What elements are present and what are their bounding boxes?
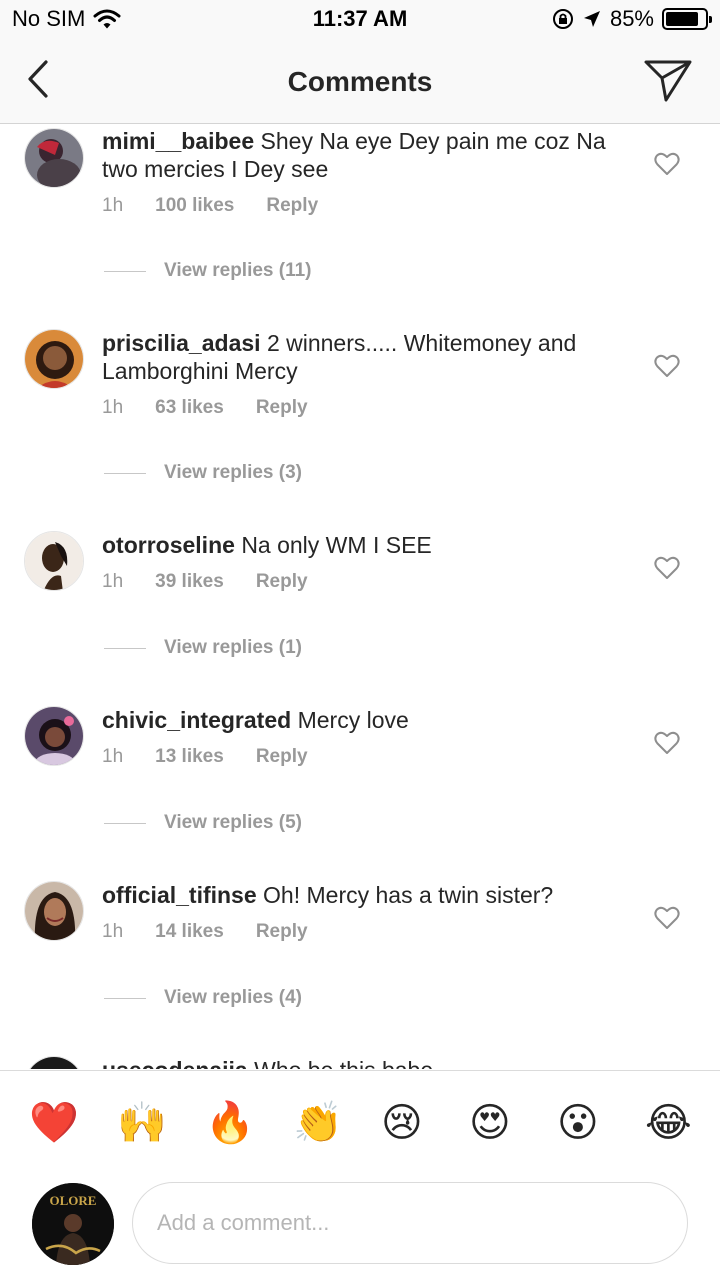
nav-bar: Comments <box>0 40 720 124</box>
battery-fill <box>666 12 699 26</box>
comment-text: priscilia_adasi 2 winners..... Whitemone… <box>102 329 622 385</box>
comment-likes[interactable]: 63 likes <box>155 397 224 419</box>
comment-body: chivic_integrated Mercy love 1h 13 likes… <box>102 706 622 768</box>
comment-message: Oh! Mercy has a twin sister? <box>263 882 554 908</box>
comment-username[interactable]: priscilia_adasi <box>102 330 261 356</box>
comment-time: 1h <box>102 921 124 942</box>
reply-button[interactable]: Reply <box>266 195 318 217</box>
comment-message: Na only WM I SEE <box>241 532 432 558</box>
avatar-image <box>25 330 83 388</box>
comment-likes[interactable]: 13 likes <box>155 746 224 768</box>
comment-time: 1h <box>102 397 124 418</box>
send-icon[interactable] <box>642 54 694 106</box>
heart-eyes-emoji[interactable]: 😍 <box>469 1099 511 1147</box>
view-replies-label: View replies (3) <box>164 462 302 483</box>
comment-body: official_tifinse Oh! Mercy has a twin si… <box>102 881 622 943</box>
avatar[interactable] <box>24 881 84 941</box>
comment-username[interactable]: usecodenaija <box>102 1057 248 1069</box>
avatar[interactable] <box>24 531 84 591</box>
view-replies-label: View replies (5) <box>164 812 302 833</box>
battery-percent: 85% <box>609 6 654 31</box>
comment-message: Mercy love <box>297 707 409 733</box>
red-heart-emoji[interactable]: ❤️ <box>29 1099 79 1147</box>
avatar-image <box>25 882 83 940</box>
view-replies-line <box>104 270 146 272</box>
view-replies-line <box>104 822 146 824</box>
comment-meta: 1h 63 likes Reply <box>102 397 622 419</box>
comment-time: 1h <box>102 571 124 592</box>
comment-message: Who be this babe <box>254 1057 433 1069</box>
view-replies-line <box>104 997 146 999</box>
comment-likes[interactable]: 14 likes <box>155 921 224 943</box>
comment-username[interactable]: otorroseline <box>102 532 235 558</box>
comment-body: mimi__baibee Shey Na eye Dey pain me coz… <box>102 127 622 217</box>
comment-likes[interactable]: 39 likes <box>155 571 224 593</box>
add-comment-input[interactable] <box>132 1182 688 1264</box>
view-replies-button[interactable]: View replies (1) <box>104 637 302 659</box>
quick-reaction-bar: ❤️ 🙌 🔥 👏 😢 😍 😮 😂 <box>0 1070 720 1170</box>
avatar[interactable] <box>24 329 84 389</box>
avatar-image <box>25 1057 83 1069</box>
avatar-logo-text: OLORE <box>50 1193 97 1208</box>
reply-button[interactable]: Reply <box>256 921 308 943</box>
comment-body: usecodenaija Who be this babe <box>102 1056 622 1069</box>
view-replies-button[interactable]: View replies (3) <box>104 462 302 484</box>
comment-username[interactable]: mimi__baibee <box>102 128 254 154</box>
comment-meta: 1h 14 likes Reply <box>102 921 622 943</box>
comment-time: 1h <box>102 195 124 216</box>
comment-list[interactable]: mimi__baibee Shey Na eye Dey pain me coz… <box>0 125 720 1069</box>
view-replies-button[interactable]: View replies (5) <box>104 812 302 834</box>
view-replies-line <box>104 647 146 649</box>
comment-meta: 1h 39 likes Reply <box>102 571 622 593</box>
avatar-image: OLORE <box>32 1183 114 1265</box>
rotation-lock-icon <box>552 9 573 29</box>
avatar[interactable] <box>24 128 84 188</box>
comment-meta: 1h 13 likes Reply <box>102 746 622 768</box>
clapping-hands-emoji[interactable]: 👏 <box>293 1099 343 1147</box>
location-arrow-icon <box>583 11 600 27</box>
like-heart-icon[interactable] <box>654 556 680 580</box>
comment-time: 1h <box>102 746 124 767</box>
status-right: 85% <box>552 6 712 32</box>
page-title: Comments <box>287 66 433 97</box>
status-bar: No SIM 11:37 AM 85% <box>0 0 720 40</box>
comment-composer: OLORE <box>0 1170 720 1280</box>
view-replies-button[interactable]: View replies (11) <box>104 260 312 282</box>
like-heart-icon[interactable] <box>654 354 680 378</box>
comment-username[interactable]: official_tifinse <box>102 882 257 908</box>
view-replies-label: View replies (1) <box>164 637 302 658</box>
tears-of-joy-emoji[interactable]: 😂 <box>645 1099 692 1147</box>
view-replies-line <box>104 472 146 474</box>
comment-body: otorroseline Na only WM I SEE 1h 39 like… <box>102 531 622 593</box>
current-user-avatar[interactable]: OLORE <box>32 1183 114 1265</box>
comment-likes[interactable]: 100 likes <box>155 195 234 217</box>
surprised-face-emoji[interactable]: 😮 <box>557 1099 599 1147</box>
avatar-image <box>25 532 83 590</box>
avatar[interactable] <box>24 1056 84 1069</box>
comment-text: otorroseline Na only WM I SEE <box>102 531 622 559</box>
avatar-image <box>25 707 83 765</box>
reply-button[interactable]: Reply <box>256 397 308 419</box>
reply-button[interactable]: Reply <box>256 571 308 593</box>
comment-text: chivic_integrated Mercy love <box>102 706 622 734</box>
like-heart-icon[interactable] <box>654 152 680 176</box>
comment-meta: 1h 100 likes Reply <box>102 195 622 217</box>
battery-icon <box>662 8 712 30</box>
comment-username[interactable]: chivic_integrated <box>102 707 291 733</box>
comment-body: priscilia_adasi 2 winners..... Whitemone… <box>102 329 622 419</box>
crying-face-emoji[interactable]: 😢 <box>381 1099 423 1147</box>
like-heart-icon[interactable] <box>654 906 680 930</box>
comment-text: official_tifinse Oh! Mercy has a twin si… <box>102 881 622 909</box>
avatar[interactable] <box>24 706 84 766</box>
comment-text: usecodenaija Who be this babe <box>102 1056 622 1069</box>
reply-button[interactable]: Reply <box>256 746 308 768</box>
raising-hands-emoji[interactable]: 🙌 <box>117 1099 167 1147</box>
view-replies-label: View replies (4) <box>164 987 302 1008</box>
view-replies-label: View replies (11) <box>164 260 312 281</box>
comment-text: mimi__baibee Shey Na eye Dey pain me coz… <box>102 127 622 183</box>
like-heart-icon[interactable] <box>654 731 680 755</box>
view-replies-button[interactable]: View replies (4) <box>104 987 302 1009</box>
fire-emoji[interactable]: 🔥 <box>205 1099 255 1147</box>
avatar-image <box>25 129 83 187</box>
